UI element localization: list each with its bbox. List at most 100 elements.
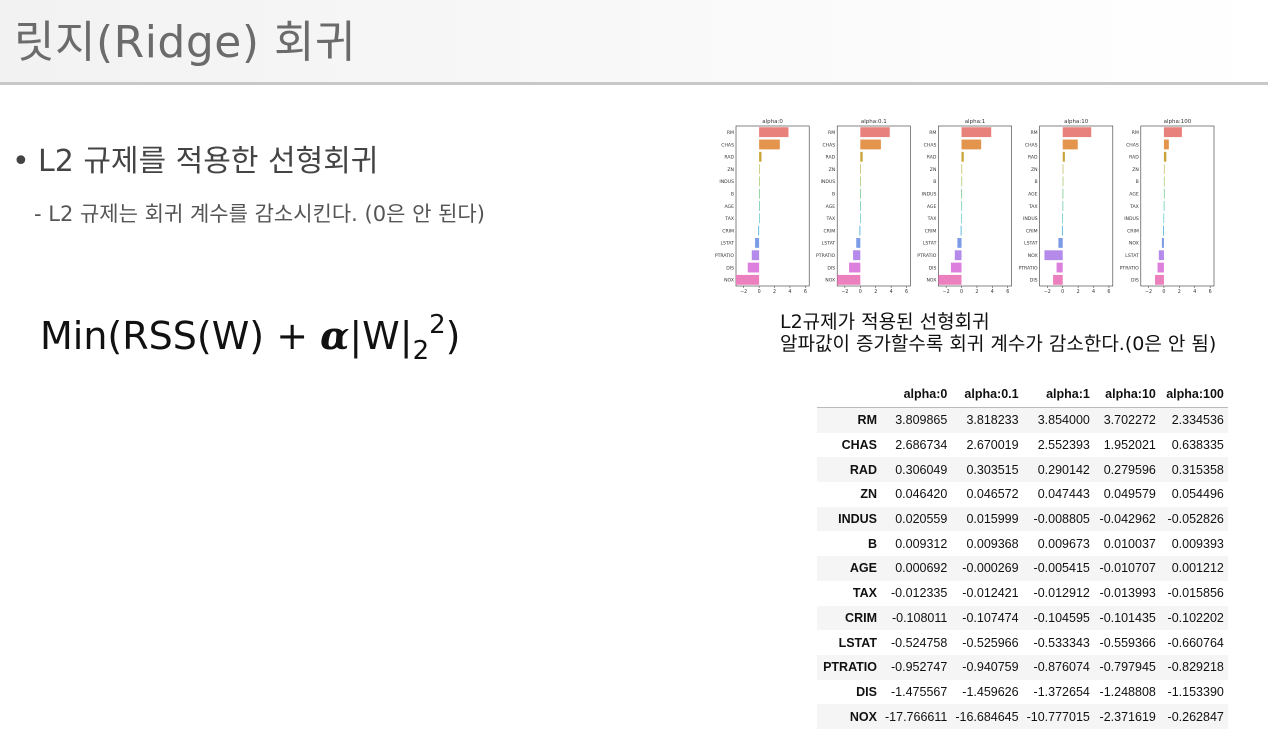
table-cell: -0.101435: [1099, 610, 1156, 625]
category-tick-label: CHAS: [721, 142, 734, 148]
table-cell: 0.009393: [1171, 536, 1224, 551]
table-row: PTRATIO -0.952747 -0.940759 -0.876074 -0.797…: [817, 654, 1228, 680]
table-cell: 0.020559: [895, 512, 948, 527]
table-corner: [817, 381, 881, 408]
table-cell: -0.952747: [891, 660, 948, 675]
row-label: DIS: [856, 684, 877, 699]
coefficient-bar: [1155, 274, 1164, 285]
x-tick-label: −2: [1044, 289, 1051, 294]
row-label: RM: [857, 413, 877, 428]
table-cell: 0.049579: [1103, 487, 1156, 502]
slide-title: 릿지(Ridge) 회귀: [14, 17, 356, 68]
coefficient-bar: [1158, 250, 1164, 261]
main-bullet: • L2 규제를 적용한 선형회귀: [12, 136, 378, 180]
category-tick-label: AGE: [724, 204, 734, 210]
table-cell: -0.008805: [1033, 512, 1090, 527]
category-tick-label: ZN: [727, 167, 734, 173]
category-tick-label: NOX: [926, 278, 936, 284]
x-tick-label: −2: [1145, 289, 1152, 294]
chart-panel: alpha:10 RM CHAS RAD ZN B AGE TAX INDUS CRIM LSTAT…: [1018, 119, 1114, 294]
table-cell: 2.334536: [1171, 413, 1224, 428]
category-tick-label: LSTAT: [720, 241, 734, 247]
category-tick-label: CRIM: [925, 228, 937, 234]
x-tick-label: 0: [758, 289, 761, 294]
x-tick-label: 6: [905, 289, 908, 294]
x-tick-label: 0: [1162, 289, 1165, 294]
coefficient-bar: [954, 250, 962, 261]
panel-title: alpha:0.1: [861, 119, 887, 125]
table-cell: -0.012335: [891, 586, 948, 601]
category-tick-label: TAX: [927, 216, 937, 222]
table-cell: 0.046572: [966, 487, 1019, 502]
coefficient-bar: [961, 151, 964, 162]
column-header: alpha:100: [1159, 381, 1228, 408]
row-label: CHAS: [841, 438, 877, 453]
formula-suffix: ): [445, 314, 461, 358]
x-tick-label: 0: [960, 289, 963, 294]
coefficient-bar: [860, 164, 861, 174]
category-tick-label: AGE: [1028, 191, 1038, 197]
category-tick-label: NOX: [724, 278, 734, 284]
category-tick-label: RAD: [826, 155, 836, 161]
table-cell: -0.829218: [1167, 660, 1224, 675]
table-cell: -0.524758: [891, 635, 948, 650]
row-label: PTRATIO: [823, 660, 877, 675]
table-row: CHAS 2.686734 2.670019 2.552393 1.952021 0.63…: [817, 433, 1228, 458]
table-cell: 3.818233: [966, 413, 1019, 428]
coefficient-bar: [1157, 262, 1164, 273]
plot-frame: [1039, 125, 1114, 287]
coefficient-bar: [1163, 213, 1165, 224]
table-cell: -0.102202: [1167, 610, 1224, 625]
coefficient-bar: [860, 176, 861, 187]
category-tick-label: RAD: [724, 155, 734, 161]
panel-title: alpha:10: [1064, 119, 1089, 125]
table-cell: 2.686734: [895, 438, 948, 453]
coefficient-bar: [759, 188, 760, 199]
row-label: LSTAT: [838, 635, 877, 650]
x-tick-label: −2: [740, 289, 747, 294]
table-cell: -0.533343: [1033, 635, 1090, 650]
table-cell: -0.797945: [1099, 660, 1156, 675]
coefficient-bar: [961, 127, 992, 138]
coefficient-bar: [759, 213, 760, 224]
x-tick-label: 4: [1092, 289, 1095, 294]
coefficient-bar: [1062, 176, 1064, 187]
coefficient-bar: [860, 139, 881, 150]
category-tick-label: INDUS: [922, 191, 937, 197]
table-cell: -0.052826: [1167, 512, 1224, 527]
category-tick-label: CHAS: [1126, 142, 1139, 148]
table-cell: 0.054496: [1171, 487, 1224, 502]
formula-norm: |W|: [349, 314, 413, 358]
category-tick-label: RAD: [927, 155, 937, 161]
row-label: AGE: [849, 561, 877, 576]
column-header: alpha:10: [1093, 381, 1160, 408]
table-cell: 2.670019: [966, 438, 1019, 453]
category-tick-label: AGE: [927, 204, 937, 210]
coefficient-bar: [755, 238, 760, 248]
table-cell: -0.000269: [962, 561, 1019, 576]
coefficient-bar: [1062, 139, 1078, 150]
category-tick-label: TAX: [1028, 204, 1038, 210]
table-cell: -2.371619: [1099, 709, 1156, 724]
caption-line-1: L2규제가 적용된 선형회귀: [780, 311, 990, 333]
row-label: TAX: [852, 586, 877, 601]
coefficient-bar: [860, 188, 861, 199]
formula-prefix: Min(RSS(W) +: [40, 314, 321, 358]
category-tick-label: ZN: [1132, 167, 1139, 173]
category-tick-label: CRIM: [722, 228, 734, 234]
table-cell: -0.525966: [962, 635, 1019, 650]
coefficient-bar: [849, 262, 861, 273]
category-tick-label: RAD: [1028, 155, 1038, 161]
table-cell: 0.306049: [895, 462, 948, 477]
plot-frame: [938, 125, 1012, 287]
chart-panel: alpha:100 RM CHAS RAD ZN B AGE TAX INDUS CRIM NOX L…: [1120, 119, 1215, 294]
row-label: NOX: [849, 709, 877, 724]
caption-line-2: 알파값이 증가할수록 회귀 계수가 감소한다.(0은 안 됨): [780, 333, 1217, 355]
table-cell: -16.684645: [955, 709, 1019, 724]
table-cell: 0.047443: [1037, 487, 1090, 502]
table-cell: -0.107474: [962, 610, 1019, 625]
x-tick-label: 4: [991, 289, 994, 294]
coefficient-bar: [759, 176, 760, 187]
coefficient-bar: [961, 188, 963, 199]
table-cell: -10.777015: [1026, 709, 1090, 724]
